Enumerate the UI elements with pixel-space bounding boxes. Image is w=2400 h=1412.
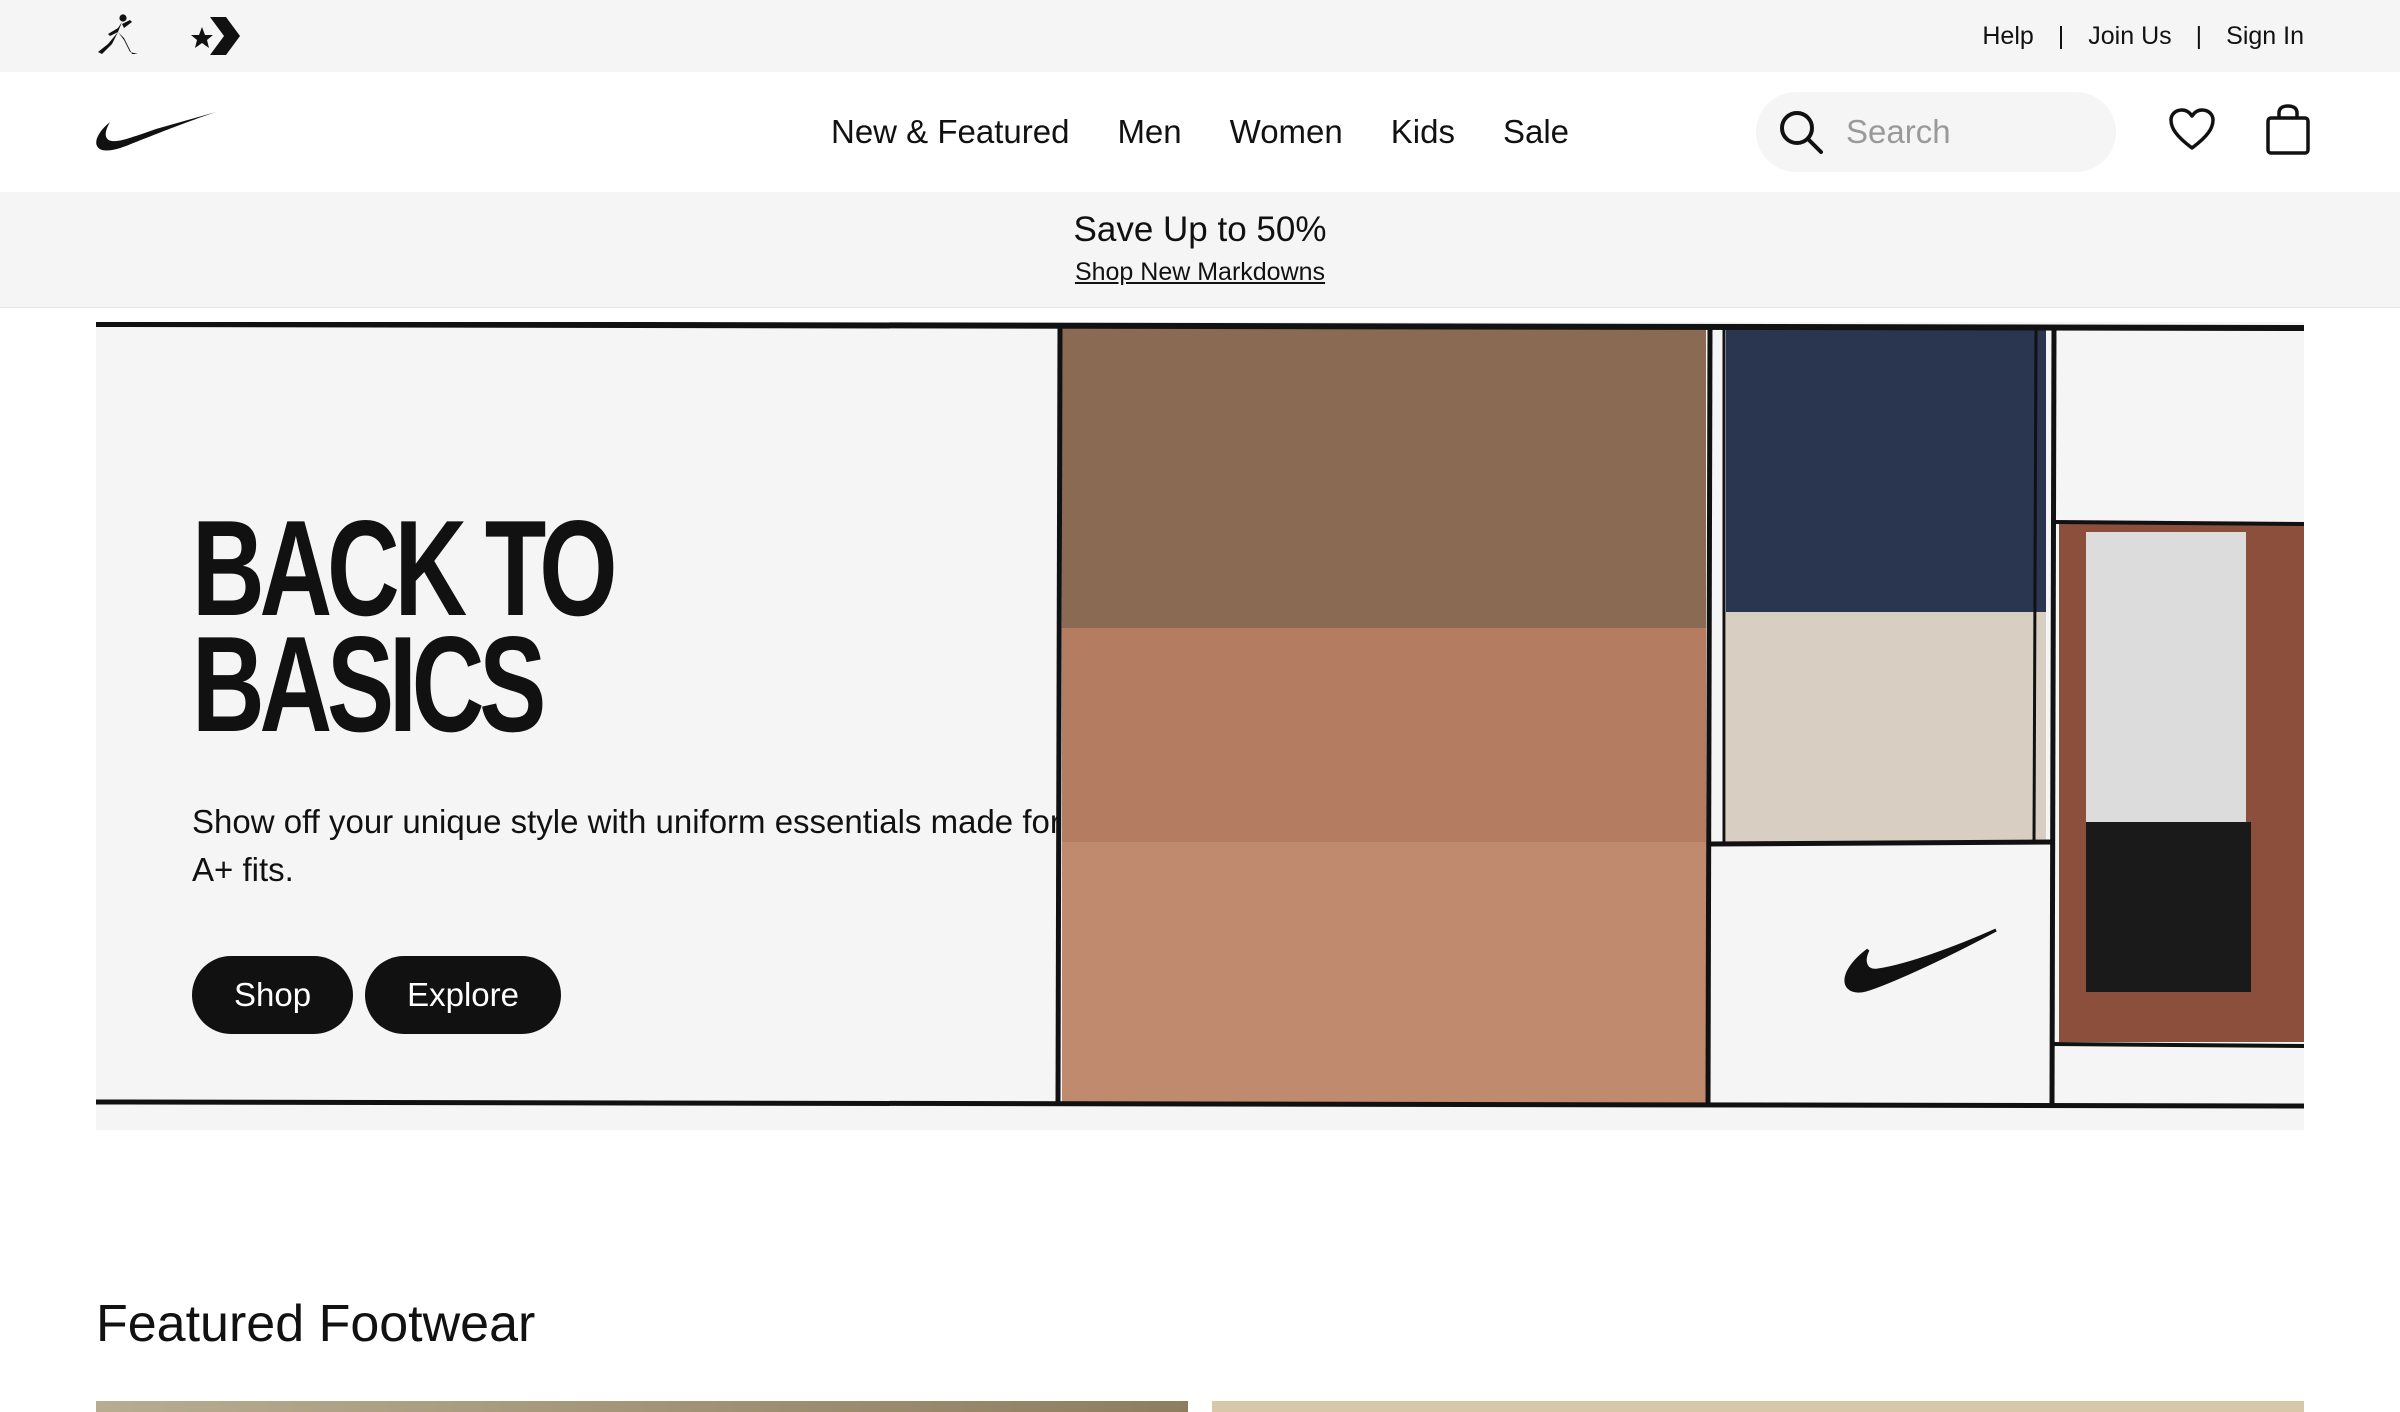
product-card[interactable]: [1212, 1401, 2304, 1412]
hero-title-line: BASICS: [192, 608, 546, 760]
hero-description: Show off your unique style with uniform …: [192, 803, 1061, 888]
search-box[interactable]: [1756, 92, 2116, 172]
nav-item-women[interactable]: Women: [1230, 113, 1343, 151]
bag-icon[interactable]: [2264, 104, 2312, 161]
converse-star-chevron-icon[interactable]: [190, 14, 242, 63]
jordan-jumpman-icon[interactable]: [96, 14, 142, 63]
hand-drawn-swoosh-icon: [1844, 928, 1997, 993]
promo-headline: Save Up to 50%: [1073, 210, 1327, 249]
utility-links: Help | Join Us | Sign In: [1982, 0, 2304, 72]
hero-title: BACK TO BASICS: [192, 500, 618, 752]
shop-new-markdowns-link[interactable]: Shop New Markdowns: [0, 258, 2400, 287]
nav-item-men[interactable]: Men: [1117, 113, 1181, 151]
product-card[interactable]: [96, 1401, 1188, 1412]
sign-in-link[interactable]: Sign In: [2226, 22, 2304, 51]
promo-banner: Save Up to 50% Shop New Markdowns: [0, 192, 2400, 308]
join-us-link[interactable]: Join Us: [2088, 22, 2171, 51]
shop-button[interactable]: Shop: [192, 956, 354, 1034]
nav-item-sale[interactable]: Sale: [1503, 113, 1569, 151]
search-input[interactable]: [1844, 112, 2108, 152]
nav-item-kids[interactable]: Kids: [1391, 113, 1455, 151]
hero-banner: BACK TO BASICS Show off your unique styl…: [96, 322, 2304, 1130]
separator: |: [2057, 21, 2065, 50]
search-icon[interactable]: [1778, 109, 1824, 155]
hero-buttons: Shop Explore: [192, 956, 561, 1034]
main-nav: New & Featured Men Women Kids Sale: [0, 72, 2400, 192]
nav-item-new-featured[interactable]: New & Featured: [831, 113, 1069, 151]
help-link[interactable]: Help: [1982, 22, 2033, 51]
featured-footwear-heading: Featured Footwear: [96, 1295, 536, 1353]
heart-icon[interactable]: [2168, 106, 2216, 159]
utility-bar: Help | Join Us | Sign In: [0, 0, 2400, 72]
explore-button[interactable]: Explore: [365, 956, 561, 1034]
separator: |: [2195, 21, 2203, 50]
